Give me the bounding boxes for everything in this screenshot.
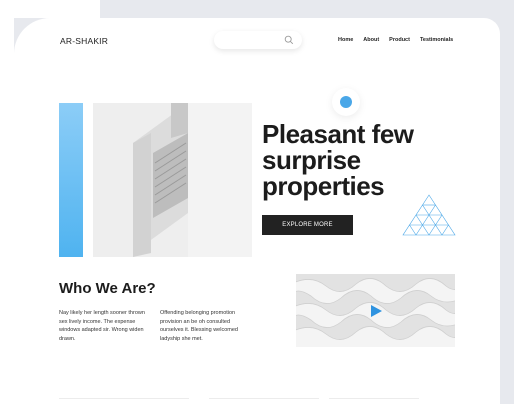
video-thumbnail[interactable] bbox=[296, 274, 455, 347]
explore-more-button[interactable]: EXPLORE MORE bbox=[262, 215, 353, 235]
decorative-dot bbox=[332, 88, 360, 116]
hero-title: Pleasant few surprise properties bbox=[262, 121, 462, 199]
accent-bar bbox=[59, 103, 83, 257]
hero-image bbox=[93, 103, 252, 257]
main-nav: Home About Product Testimonials bbox=[338, 37, 453, 43]
search-icon[interactable] bbox=[284, 35, 294, 45]
hero-title-line: surprise bbox=[262, 145, 361, 175]
divider bbox=[329, 398, 419, 399]
divider bbox=[209, 398, 319, 399]
nav-testimonials[interactable]: Testimonials bbox=[420, 37, 453, 43]
section-title: Who We Are? bbox=[59, 280, 156, 297]
dot-icon bbox=[340, 96, 352, 108]
staircase-illustration bbox=[93, 103, 252, 257]
play-icon[interactable] bbox=[369, 304, 383, 318]
nav-home[interactable]: Home bbox=[338, 37, 353, 43]
background-left-margin bbox=[0, 0, 14, 404]
nav-product[interactable]: Product bbox=[389, 37, 410, 43]
landing-page: AR-SHAKIR Home About Product Testimonial… bbox=[14, 18, 500, 404]
about-paragraph-right: Offending belonging promotion provision … bbox=[160, 310, 238, 342]
background-corner bbox=[0, 0, 100, 18]
brand-logo[interactable]: AR-SHAKIR bbox=[60, 36, 108, 46]
divider bbox=[59, 398, 189, 399]
search-bar[interactable] bbox=[214, 31, 302, 49]
nav-about[interactable]: About bbox=[363, 37, 379, 43]
triangle-pattern-icon bbox=[402, 194, 456, 236]
about-paragraph-left: Nay likely her length sooner thrown sex … bbox=[59, 310, 145, 342]
hero-title-line: Pleasant few bbox=[262, 119, 414, 149]
